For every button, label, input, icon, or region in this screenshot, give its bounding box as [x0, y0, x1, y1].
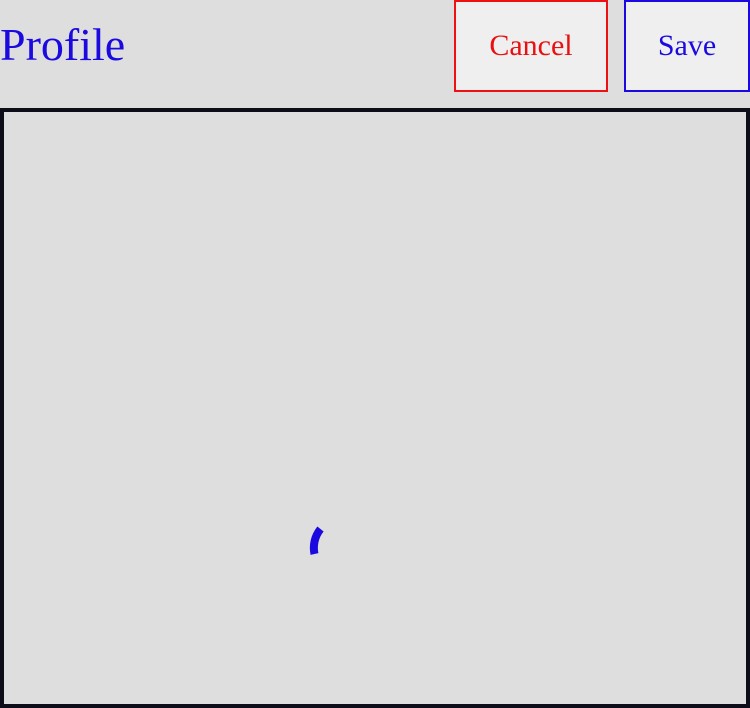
- content-area: [0, 108, 750, 708]
- profile-page: Profile Cancel Save: [0, 0, 750, 708]
- loading-spinner-icon: [309, 526, 324, 555]
- save-button[interactable]: Save: [624, 0, 750, 92]
- page-title: Profile: [0, 19, 126, 70]
- cancel-button[interactable]: Cancel: [454, 0, 608, 92]
- header-bar: Profile Cancel Save: [0, 0, 750, 108]
